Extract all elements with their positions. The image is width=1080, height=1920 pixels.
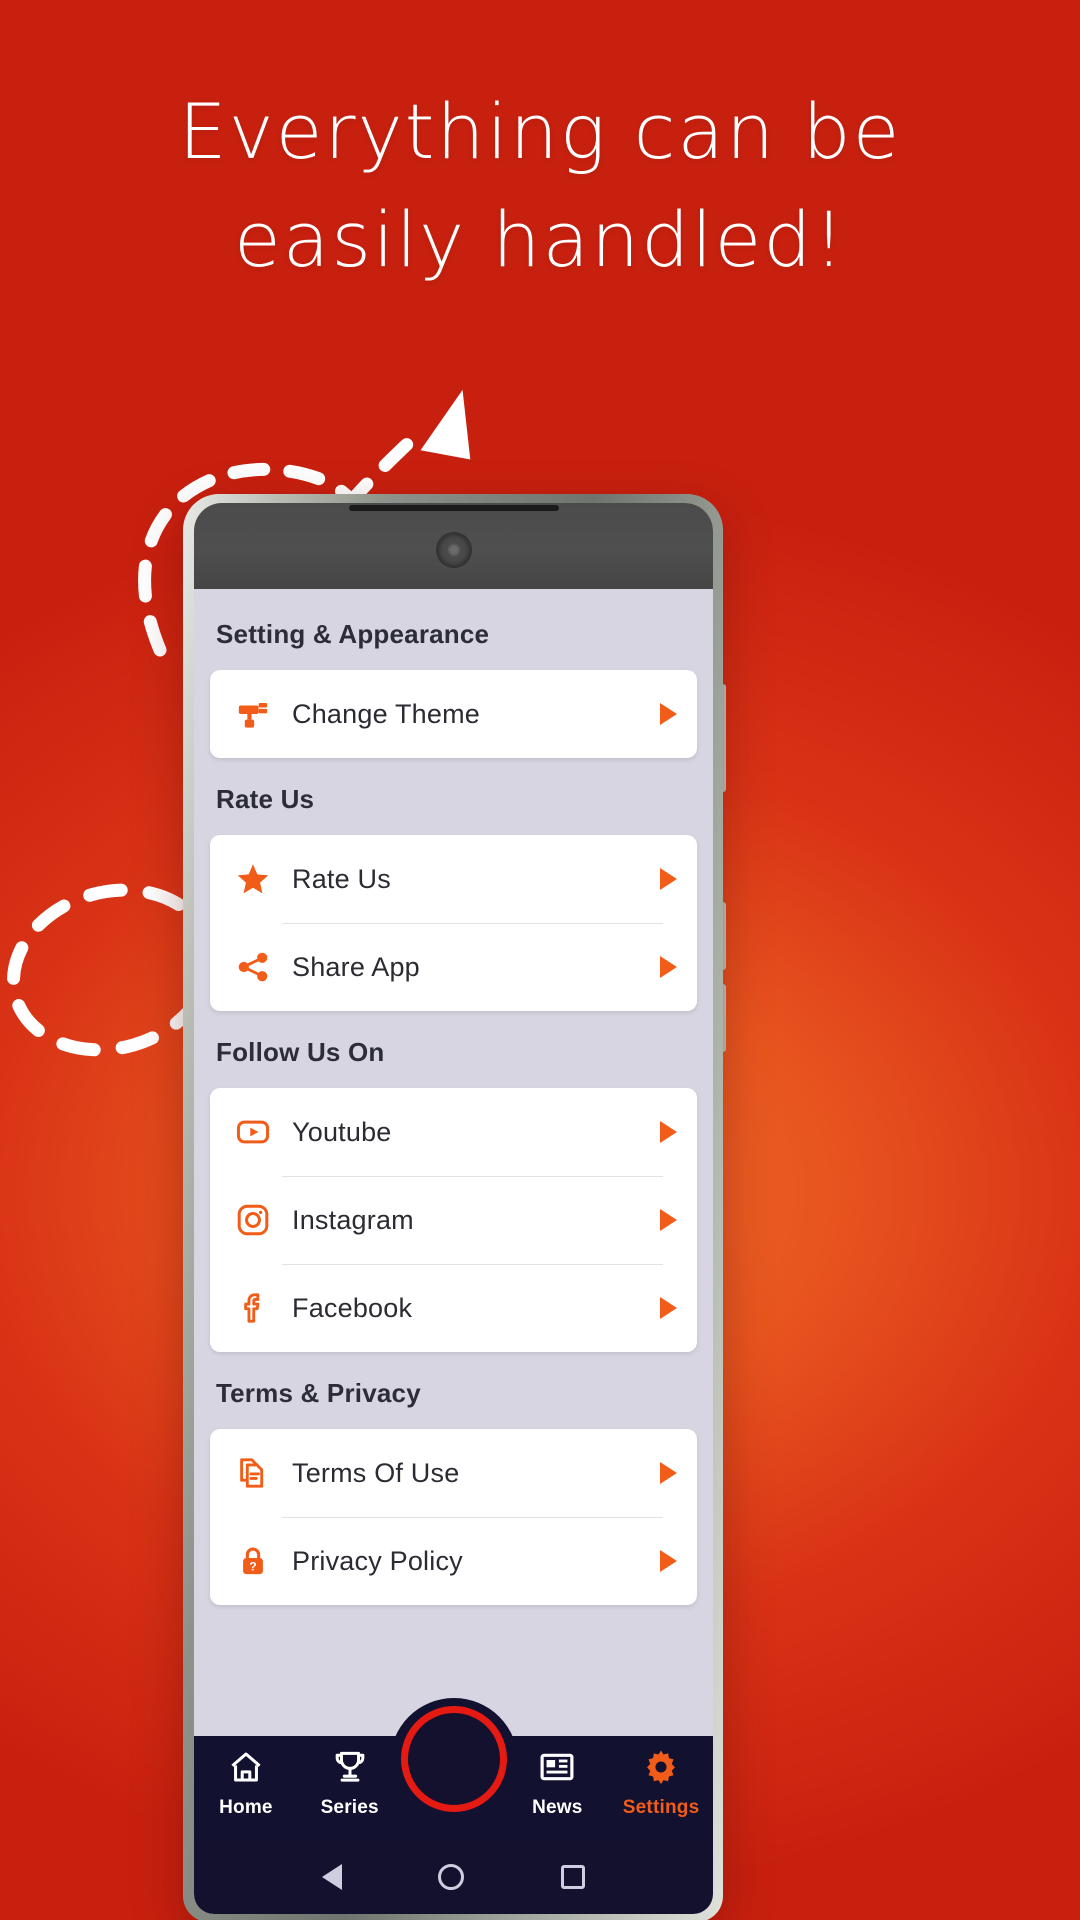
tab-news[interactable]: News — [505, 1736, 609, 1819]
divider — [282, 1264, 663, 1265]
recents-square-icon[interactable] — [560, 1865, 585, 1889]
list-item-label: Instagram — [292, 1204, 414, 1235]
record-circle-icon[interactable] — [400, 1706, 507, 1812]
news-icon — [538, 1748, 576, 1791]
settings-card-social: Youtube Instagram Facebook — [210, 1088, 697, 1352]
settings-card-rate: Rate Us Share App — [210, 835, 697, 1011]
list-item-change-theme[interactable]: Change Theme — [210, 670, 697, 758]
section-header-terms-privacy: Terms & Privacy — [216, 1378, 421, 1408]
document-icon — [224, 1455, 282, 1491]
star-icon — [224, 861, 282, 897]
lock-question-icon: ? — [224, 1544, 282, 1578]
paint-roller-icon — [224, 697, 282, 731]
list-item-label: Change Theme — [292, 698, 481, 729]
facebook-icon — [224, 1290, 282, 1326]
earpiece-speaker — [348, 505, 559, 511]
android-system-navigation — [194, 1840, 713, 1914]
chevron-right-icon[interactable] — [655, 1209, 681, 1231]
divider — [282, 1176, 663, 1177]
section-header-follow-us-on: Follow Us On — [216, 1037, 385, 1067]
phone-screen: Setting & Appearance Change Theme Rate U… — [194, 503, 713, 1914]
chevron-right-icon[interactable] — [655, 1297, 681, 1319]
settings-card-legal: Terms Of Use ? Privacy Policy — [210, 1429, 697, 1605]
youtube-icon — [224, 1114, 282, 1150]
page-title: Everything can be easily handled! — [0, 78, 1080, 294]
list-item-label: Share App — [292, 951, 420, 982]
phone-mockup: Setting & Appearance Change Theme Rate U… — [183, 494, 726, 1920]
headline-line-1: Everything can be — [178, 87, 902, 176]
tab-label: Settings — [622, 1797, 700, 1818]
svg-text:?: ? — [249, 1559, 256, 1573]
list-item-label: Privacy Policy — [292, 1545, 463, 1576]
chevron-right-icon[interactable] — [655, 956, 681, 978]
phone-status-bar — [194, 503, 713, 589]
chevron-right-icon[interactable] — [655, 1462, 681, 1484]
list-item-youtube[interactable]: Youtube — [210, 1088, 697, 1176]
tab-label: Series — [320, 1797, 379, 1818]
chevron-right-icon[interactable] — [655, 703, 681, 725]
tab-home[interactable]: Home — [194, 1736, 298, 1819]
list-item-share-app[interactable]: Share App — [210, 923, 697, 1011]
list-item-facebook[interactable]: Facebook — [210, 1264, 697, 1352]
chevron-right-icon[interactable] — [655, 868, 681, 890]
back-triangle-icon[interactable] — [322, 1864, 343, 1890]
chevron-right-icon[interactable] — [655, 1121, 681, 1143]
instagram-icon — [224, 1202, 282, 1238]
section-header-rate-us: Rate Us — [216, 784, 315, 814]
home-icon — [227, 1748, 265, 1791]
trophy-icon — [331, 1748, 369, 1791]
settings-card-appearance: Change Theme — [210, 670, 697, 758]
list-item-privacy-policy[interactable]: ? Privacy Policy — [210, 1517, 697, 1605]
list-item-label: Facebook — [292, 1292, 413, 1323]
settings-screen: Setting & Appearance Change Theme Rate U… — [194, 589, 713, 1736]
chevron-right-icon[interactable] — [655, 1550, 681, 1572]
tab-series[interactable]: Series — [298, 1736, 402, 1819]
list-item-label: Rate Us — [292, 863, 391, 894]
tab-settings[interactable]: Settings — [609, 1736, 713, 1819]
tab-label: News — [532, 1797, 583, 1818]
divider — [282, 1517, 663, 1518]
list-item-rate-us[interactable]: Rate Us — [210, 835, 697, 923]
front-camera-icon — [435, 532, 472, 568]
gear-icon — [642, 1748, 680, 1791]
headline-line-2: easily handled! — [233, 195, 847, 284]
bottom-navigation-bar: Home Series News Settings — [194, 1698, 713, 1840]
share-icon — [224, 950, 282, 984]
list-item-terms-of-use[interactable]: Terms Of Use — [210, 1429, 697, 1517]
list-item-label: Terms Of Use — [292, 1457, 460, 1488]
list-item-label: Youtube — [292, 1116, 392, 1147]
home-circle-icon[interactable] — [438, 1864, 465, 1890]
phone-body: Setting & Appearance Change Theme Rate U… — [183, 494, 723, 1920]
list-item-instagram[interactable]: Instagram — [210, 1176, 697, 1264]
promo-screenshot: Everything can be easily handled! Settin… — [0, 0, 1080, 1920]
tab-label: Home — [219, 1797, 273, 1818]
section-header-setting-appearance: Setting & Appearance — [216, 619, 490, 649]
divider — [282, 923, 663, 924]
